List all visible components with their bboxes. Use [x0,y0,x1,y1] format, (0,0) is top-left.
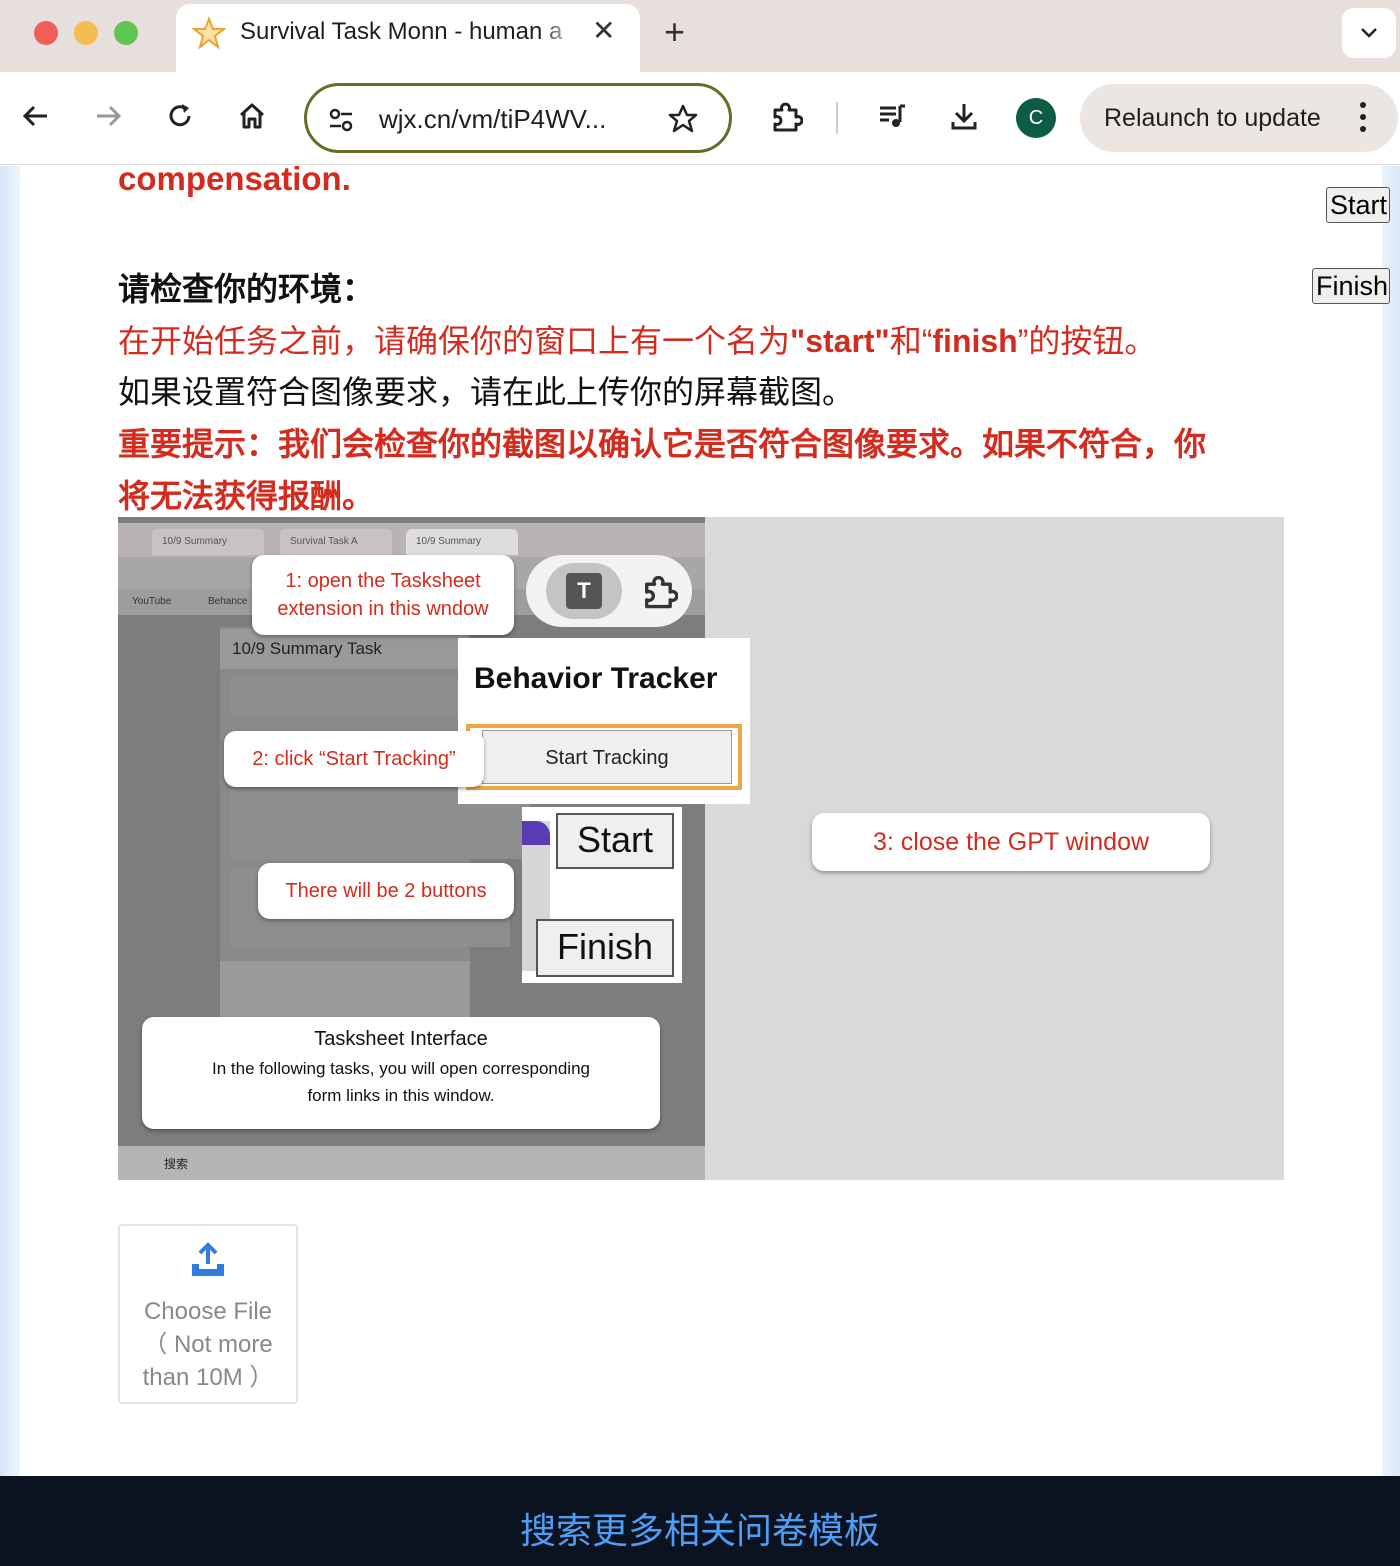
mini-tab: 10/9 Summary [406,529,518,555]
minimize-window-button[interactable] [74,21,98,45]
tab-title: Survival Task Monn - human a [240,18,563,45]
step1-line1: 1: open the Tasksheet [285,570,481,592]
forward-button[interactable] [86,94,130,142]
instruction-text-b: 和“ [889,323,933,359]
mini-taskbar-search: 搜索 [164,1157,189,1171]
instruction-start-word: "start" [790,323,890,359]
upload-icon [192,1242,224,1276]
file-upload-box[interactable]: Choose File （ Not more than 10M ） [118,1224,298,1404]
new-tab-icon[interactable]: + [664,12,685,52]
mini-tab: Survival Task A [280,529,392,555]
mini-form-link [220,961,470,1021]
upload-label-line3: than 10M ） [142,1364,274,1391]
tab-search-button[interactable] [1342,8,1396,58]
mini-taskbar: 搜索 [118,1146,705,1180]
mini-finish-button: Finish [536,919,674,977]
step3-callout: 3: close the GPT window [812,813,1210,871]
address-bar[interactable]: wjx.cn/vm/tiP4WV... [304,83,732,153]
upload-label-line2: （ Not more [143,1331,273,1358]
instruction-finish-word: finish [932,323,1018,359]
tab-close-icon[interactable]: ✕ [592,16,615,46]
arrow-right-icon [97,105,122,127]
upload-instruction: 如果设置符合图像要求，请在此上传你的屏幕截图。 [118,374,855,410]
bookmark-star-icon[interactable] [667,103,699,135]
mini-tab: 10/9 Summary [152,529,264,555]
back-button[interactable] [14,94,58,142]
maximize-window-button[interactable] [114,21,138,45]
more-menu-icon[interactable] [1360,102,1366,134]
tab-strip: Survival Task Monn - human a ✕ + [0,0,1400,72]
behavior-tracker-title: Behavior Tracker [474,662,718,695]
url-text: wjx.cn/vm/tiP4WV... [379,104,607,134]
site-info-icon[interactable] [327,106,355,134]
media-controls-button[interactable] [870,94,914,142]
profile-avatar[interactable]: C [1016,98,1056,138]
home-button[interactable] [230,94,274,142]
extension-pill: T [526,555,692,627]
favicon-star-icon [192,16,226,50]
arrow-left-icon [22,105,47,127]
mini-tab-strip: 10/9 Summary Survival Task A 10/9 Summar… [118,523,705,557]
finish-button[interactable]: Finish [1312,268,1390,304]
tasksheet-extension-icon: T [566,573,602,609]
instruction-text-a: 在开始任务之前，请确保你的窗口上有一个名为 [118,323,791,359]
tasksheet-extension: T [546,563,622,619]
relaunch-button[interactable]: Relaunch to update [1080,84,1398,152]
active-tab[interactable]: Survival Task Monn - human a ✕ [176,4,640,72]
important-note-line2: 将无法获得报酬。 [118,478,375,514]
toolbar-separator [836,102,838,134]
step1-line2: extension in this wndow [277,598,489,620]
buttons-note-callout: There will be 2 buttons [258,863,514,919]
panel-accent [522,821,550,845]
upload-label-line1: Choose File [143,1298,273,1325]
upload-label: Choose File （ Not more than 10M ） [120,1295,296,1394]
puzzle-icon [773,102,803,132]
relaunch-label: Relaunch to update [1104,104,1321,132]
step1-callout: 1: open the Tasksheet extension in this … [252,555,514,635]
browser-toolbar: wjx.cn/vm/tiP4WV... C Relaunch to update [0,72,1400,165]
tasksheet-desc-line2: form links in this window. [307,1086,495,1105]
puzzle-icon [645,575,678,609]
page-footer: 搜索更多相关问卷模板 [0,1476,1400,1566]
close-window-button[interactable] [34,21,58,45]
mini-form-title: 10/9 Summary Task [220,629,470,669]
mini-form-text [230,677,460,717]
instruction-text-c: ”的按钮。 [1017,323,1157,359]
tasksheet-interface-callout: Tasksheet Interface In the following tas… [142,1017,660,1129]
start-finish-instruction: 在开始任务之前，请确保你的窗口上有一个名为"start"和“finish”的按钮… [118,316,1156,362]
reload-icon [169,104,191,127]
chevron-down-icon [1361,28,1377,38]
mini-bookmark: Behance [208,596,248,607]
start-finish-panel: Start Finish [522,807,682,983]
instruction-image: 10/9 Summary Survival Task A 10/9 Summar… [118,517,1284,1180]
home-icon [239,103,265,129]
mini-start-button: Start [556,813,674,869]
reload-button[interactable] [158,94,202,142]
important-note-line1: 重要提示：我们会检查你的截图以确认它是否符合图像要求。如果不符合，你 [118,426,1207,462]
downloads-button[interactable] [942,94,986,142]
check-environment-heading: 请检查你的环境： [118,271,375,307]
mini-bookmark: YouTube [132,596,172,607]
download-icon [951,104,977,130]
start-button[interactable]: Start [1326,187,1390,223]
compensation-text: compensation. [118,166,351,197]
start-tracking-button: Start Tracking [482,730,732,784]
tasksheet-interface-title: Tasksheet Interface [314,1028,488,1050]
tasksheet-desc-line1: In the following tasks, you will open co… [212,1059,590,1078]
extensions-button[interactable] [764,94,808,142]
more-templates-link[interactable]: 搜索更多相关问卷模板 [0,1502,1400,1554]
queue-music-icon [880,104,905,127]
step2-callout: 2: click “Start Tracking” [224,731,484,787]
behavior-tracker-panel: Behavior Tracker Start Tracking [458,638,750,804]
page-viewport: compensation. 请检查你的环境： 在开始任务之前，请确保你的窗口上有… [0,166,1400,1566]
